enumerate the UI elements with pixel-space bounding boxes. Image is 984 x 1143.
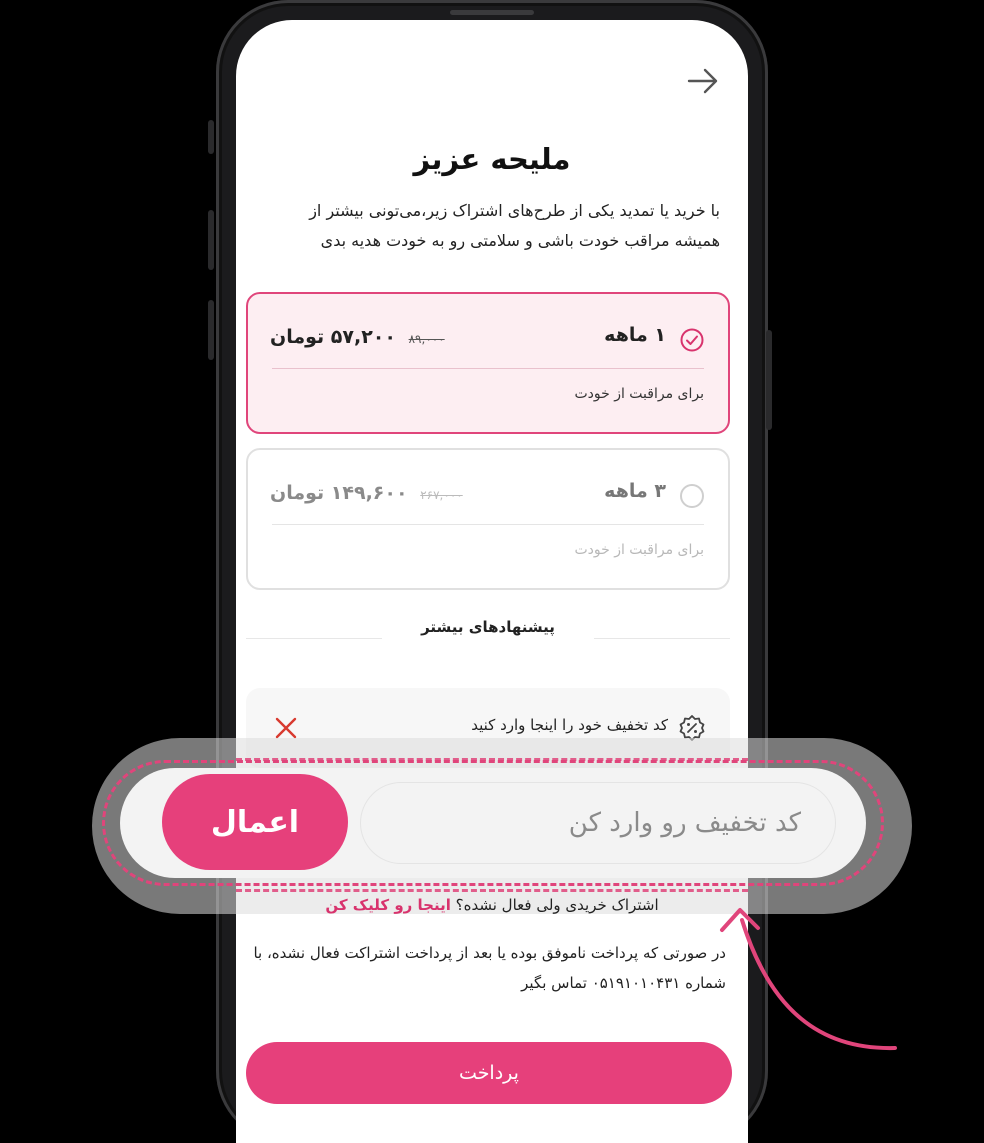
plan-price: ۲۶۷,۰۰۰ ۱۴۹,۶۰۰ تومان [270, 482, 463, 504]
support-help-text: در صورتی که پرداخت ناموفق بوده یا بعد از… [253, 944, 726, 992]
plan-card-1-month[interactable]: ۱ ماهه ۸۹,۰۰۰ ۵۷,۲۰۰ تومان برای مراقبت ا… [246, 292, 730, 434]
more-offers-heading: پیشنهادهای بیشتر [421, 618, 555, 636]
divider-line [246, 638, 382, 639]
discount-callout: اعمال [120, 768, 866, 878]
subscription-issue-line: اشتراک خریدی ولی فعال نشده؟ اینجا رو کلی… [236, 896, 748, 914]
volume-up-button [208, 210, 214, 270]
pay-button[interactable]: پرداخت [246, 1042, 732, 1104]
plan-new-price: ۵۷,۲۰۰ تومان [270, 326, 396, 348]
plan-name: ۳ ماهه [604, 480, 666, 502]
plan-divider [272, 368, 704, 369]
page-title: ملیحه عزیز [413, 142, 571, 176]
apply-button[interactable]: اعمال [162, 774, 348, 870]
plan-description: برای مراقبت از خودت [574, 542, 704, 558]
volume-down-button [208, 300, 214, 360]
discount-code-input[interactable] [360, 782, 836, 864]
plan-price: ۸۹,۰۰۰ ۵۷,۲۰۰ تومان [270, 326, 445, 348]
side-button [208, 120, 214, 154]
radio-icon[interactable] [680, 484, 704, 508]
speaker-grille [450, 10, 534, 15]
plan-old-price: ۲۶۷,۰۰۰ [420, 488, 463, 502]
page-subtitle: با خرید یا تمدید یکی از طرح‌های اشتراک ز… [309, 201, 720, 250]
discount-label: کد تخفیف خود را اینجا وارد کنید [471, 716, 668, 734]
close-icon[interactable] [274, 716, 298, 740]
issue-text: اشتراک خریدی ولی فعال نشده؟ [455, 896, 659, 914]
plan-description: برای مراقبت از خودت [574, 386, 704, 402]
pointer-arrow-icon [720, 908, 897, 1051]
plan-card-3-month[interactable]: ۳ ماهه ۲۶۷,۰۰۰ ۱۴۹,۶۰۰ تومان برای مراقبت… [246, 448, 730, 590]
issue-link[interactable]: اینجا رو کلیک کن [325, 896, 451, 914]
power-button [766, 330, 772, 430]
divider-line [594, 638, 730, 639]
plan-name: ۱ ماهه [604, 324, 666, 346]
plan-old-price: ۸۹,۰۰۰ [408, 332, 445, 346]
more-offers-section: پیشنهادهای بیشتر [246, 616, 730, 646]
plan-divider [272, 524, 704, 525]
arrow-right-icon[interactable] [686, 66, 720, 96]
check-circle-icon[interactable] [680, 328, 704, 352]
plan-new-price: ۱۴۹,۶۰۰ تومان [270, 482, 408, 504]
